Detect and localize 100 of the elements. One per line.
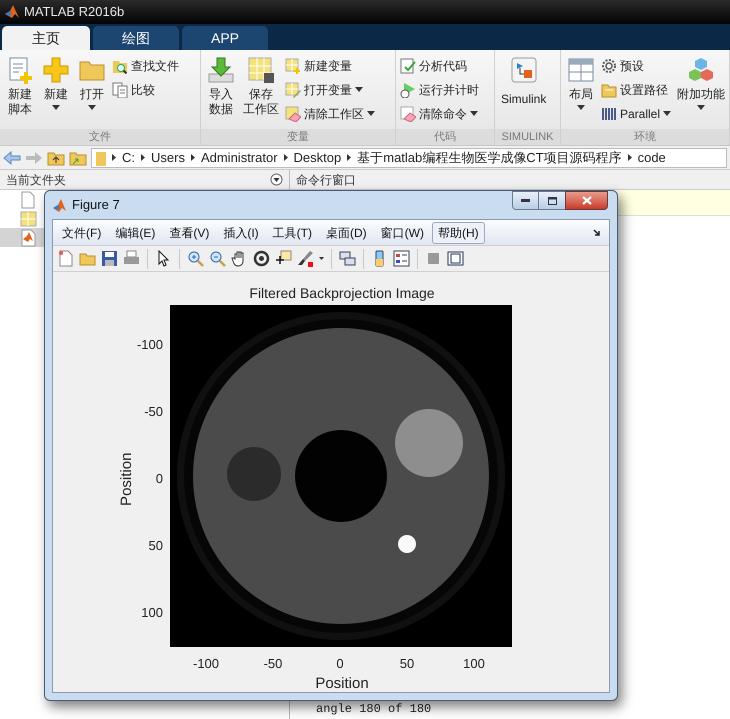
caret-icon bbox=[355, 87, 363, 92]
panel-title: 当前文件夹 bbox=[6, 172, 66, 188]
document-icon bbox=[20, 190, 37, 208]
ribbon-button[interactable]: 清除工作区 bbox=[285, 104, 375, 123]
file-row[interactable] bbox=[0, 228, 44, 247]
ribbon-button[interactable]: 附加功能 bbox=[675, 56, 728, 110]
menu-item[interactable]: 窗口(W) bbox=[374, 222, 430, 244]
tick-label: 100 bbox=[462, 655, 486, 673]
path-segment[interactable]: Administrator bbox=[200, 148, 278, 168]
matlab-logo-icon bbox=[4, 4, 20, 20]
printer-icon[interactable] bbox=[123, 250, 140, 267]
close-button[interactable] bbox=[565, 191, 608, 210]
ribbon-button[interactable]: 打开变量 bbox=[285, 80, 375, 99]
maximize-button[interactable] bbox=[539, 191, 565, 210]
ribbon-button[interactable]: 比较 bbox=[112, 80, 179, 99]
axis-label: Position bbox=[314, 674, 370, 694]
compare-icon bbox=[112, 82, 128, 98]
ribbon-button[interactable]: 打开 bbox=[76, 56, 108, 110]
grid-icon bbox=[20, 210, 37, 228]
ribbon-button[interactable]: 新建 bbox=[40, 56, 72, 110]
menu-item[interactable]: 帮助(H) bbox=[432, 222, 485, 244]
panel-title: 命令行窗口 bbox=[296, 172, 356, 188]
new-variable-icon bbox=[285, 58, 301, 74]
chevron-right-icon bbox=[628, 154, 632, 161]
group-label: 变量 bbox=[201, 129, 395, 145]
tick-label: -50 bbox=[143, 403, 163, 421]
menu-item[interactable]: 编辑(E) bbox=[109, 222, 162, 244]
matlab-file-icon bbox=[20, 228, 37, 246]
chevron-right-icon bbox=[190, 154, 195, 161]
folder-path-icon bbox=[601, 82, 617, 98]
ribbon-button[interactable]: 预设 bbox=[601, 56, 672, 75]
import-arrow-icon bbox=[207, 56, 235, 84]
menu-item[interactable]: 查看(V) bbox=[163, 222, 216, 244]
zoom-out-icon[interactable] bbox=[209, 250, 226, 267]
group-label: 代码 bbox=[396, 129, 494, 145]
cubes-icon bbox=[687, 56, 716, 84]
maximize-icon bbox=[548, 196, 556, 204]
path-field[interactable]: C: Users Administrator Desktop 基于matlab编程生物医学成像CT项目源码程序 code bbox=[91, 148, 727, 168]
path-segment[interactable]: Users bbox=[151, 148, 185, 168]
chevron-right-icon bbox=[284, 154, 288, 161]
ribbon-button[interactable]: 查找文件 bbox=[112, 56, 179, 75]
layout-icon bbox=[567, 56, 595, 84]
chevron-right-icon bbox=[347, 154, 352, 161]
tick-label: 50 bbox=[148, 537, 163, 555]
caret-icon[interactable] bbox=[319, 257, 324, 260]
menu-item[interactable]: 插入(I) bbox=[217, 222, 265, 244]
zoom-in-icon[interactable] bbox=[187, 250, 204, 267]
legend-icon[interactable] bbox=[393, 250, 410, 267]
data-cursor-icon[interactable] bbox=[275, 250, 292, 267]
dock-arrow-icon[interactable] bbox=[593, 229, 601, 237]
gear-icon bbox=[601, 58, 617, 74]
ribbon-button[interactable]: 分析代码 bbox=[400, 56, 479, 75]
ribbon-button[interactable]: 导入 数据 bbox=[205, 56, 237, 117]
plus-icon bbox=[42, 56, 70, 84]
simulink-block-icon bbox=[510, 56, 538, 84]
window-title: Figure 7 bbox=[72, 196, 120, 214]
axis-label: Position bbox=[116, 452, 136, 508]
new-figure-icon[interactable] bbox=[57, 250, 74, 267]
minimize-button[interactable] bbox=[512, 191, 539, 210]
ribbon-button[interactable]: Parallel bbox=[601, 104, 672, 123]
caret-icon bbox=[470, 111, 478, 116]
ribbon-button[interactable]: 新建 脚本 bbox=[4, 56, 36, 117]
path-segment[interactable]: C: bbox=[122, 148, 135, 168]
dropdown-circle-icon[interactable] bbox=[270, 173, 283, 186]
menu-item[interactable]: 文件(F) bbox=[56, 222, 108, 244]
ribbon-tab[interactable]: APP bbox=[182, 26, 268, 50]
group-label: SIMULINK bbox=[495, 129, 560, 145]
path-segment[interactable]: 基于matlab编程生物医学成像CT项目源码程序 bbox=[357, 148, 622, 168]
ribbon-button[interactable]: 新建变量 bbox=[285, 56, 375, 75]
caret-icon bbox=[697, 105, 706, 110]
ribbon-tab[interactable]: 绘图 bbox=[93, 26, 179, 50]
brush-icon[interactable] bbox=[297, 250, 314, 267]
chevron-right-icon bbox=[112, 154, 116, 161]
tick-label: -50 bbox=[262, 655, 284, 673]
menu-item[interactable]: 工具(T) bbox=[266, 222, 318, 244]
path-segment[interactable]: code bbox=[638, 148, 666, 168]
plot-title: Filtered Backprojection Image bbox=[248, 284, 436, 303]
ribbon-button[interactable]: 设置路径 bbox=[601, 80, 672, 99]
save-icon[interactable] bbox=[101, 250, 118, 267]
close-icon bbox=[582, 196, 592, 205]
ribbon-tab[interactable]: 主页 bbox=[2, 26, 90, 50]
ribbon-button[interactable]: 布局 bbox=[565, 56, 597, 110]
ribbon-button[interactable]: 清除命令 bbox=[400, 104, 479, 123]
caret-icon bbox=[52, 105, 60, 110]
group-label: 环境 bbox=[561, 129, 729, 145]
ribbon-button[interactable]: Simulink bbox=[499, 56, 548, 107]
checklist-icon bbox=[400, 58, 416, 74]
matlab-logo-icon bbox=[52, 198, 66, 212]
back-arrow-icon[interactable] bbox=[3, 150, 21, 164]
command-output: angle 180 of 180 bbox=[315, 701, 432, 718]
window-title: MATLAB R2016b bbox=[24, 3, 124, 22]
tick-label: -100 bbox=[192, 655, 220, 673]
ribbon-button[interactable]: 运行并计时 bbox=[400, 80, 479, 99]
menu-item[interactable]: 桌面(D) bbox=[320, 222, 373, 244]
panel-icon[interactable] bbox=[447, 250, 464, 267]
caret-icon bbox=[367, 111, 375, 116]
link-icon[interactable] bbox=[339, 250, 356, 267]
path-segment[interactable]: Desktop bbox=[294, 148, 342, 168]
ribbon-button[interactable]: 保存 工作区 bbox=[241, 56, 281, 117]
folder-up-icon[interactable] bbox=[47, 150, 65, 166]
